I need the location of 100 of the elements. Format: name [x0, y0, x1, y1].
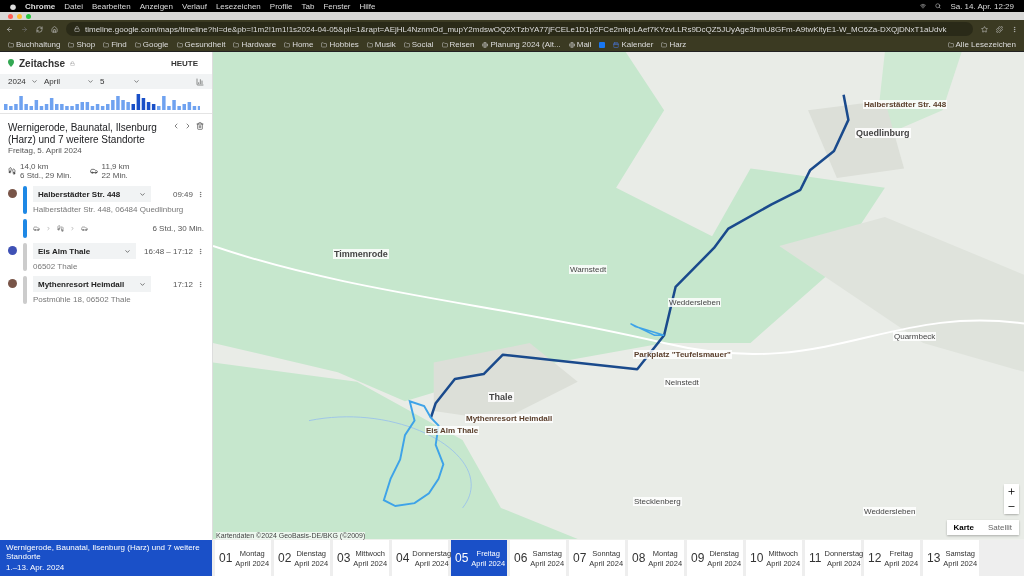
place-label[interactable]: Mythenresort Heimdall	[465, 414, 554, 423]
town-label: Weddersleben	[863, 507, 917, 516]
date-select[interactable]: 2024	[8, 77, 38, 86]
range-card[interactable]: Wernigerode, Baunatal, Ilsenburg (Harz) und 7 weitere Standorte 1.–13. Apr. 2024	[0, 540, 212, 576]
bookmark[interactable]: Musik	[366, 40, 396, 49]
chart-icon[interactable]	[196, 77, 204, 86]
distance: 14,0 km	[20, 162, 50, 171]
map-type-tab[interactable]: Satellit	[981, 520, 1019, 535]
menu-item[interactable]: Anzeigen	[139, 1, 173, 11]
next-icon[interactable]	[184, 122, 192, 130]
car-icon	[33, 225, 40, 232]
duration: 6 Std., 29 Min.	[20, 171, 72, 180]
bookmark[interactable]: Shop	[68, 40, 96, 49]
menu-item[interactable]: Fenster	[323, 1, 351, 11]
facebook-icon	[599, 41, 606, 48]
extensions-icon[interactable]	[996, 25, 1003, 33]
place-label[interactable]: Halberstädter Str. 448	[863, 100, 948, 109]
bookmark[interactable]: Hardware	[233, 40, 277, 49]
dropdown-caret-icon	[139, 280, 146, 288]
bookmark[interactable]: Find	[103, 40, 127, 49]
lock-icon	[74, 26, 80, 32]
town-label: Neinstedt	[664, 378, 700, 387]
star-icon[interactable]	[981, 25, 988, 33]
map-pin-icon	[8, 59, 14, 67]
town-label: Quedlinburg	[855, 128, 911, 138]
map-type-tab[interactable]: Karte	[946, 520, 981, 535]
folder-icon	[176, 41, 183, 48]
time: 16:48 – 17:12	[144, 246, 193, 256]
car-icon	[89, 167, 98, 175]
town-label: Timmenrode	[333, 249, 389, 259]
bookmark[interactable]: Reisen	[441, 40, 475, 49]
calendar-icon	[613, 41, 620, 48]
day-title: Wernigerode, Baunatal, Ilsenburg (Harz) und 7 weitere Standorte	[8, 122, 158, 146]
facebook-bookmark[interactable]	[599, 41, 606, 48]
town-label: Quarmbeck	[893, 332, 937, 341]
search-icon[interactable]	[935, 3, 942, 9]
walking-icon	[8, 167, 16, 175]
today-button[interactable]: HEUTE	[164, 57, 204, 69]
menu-item[interactable]: Datei	[64, 1, 83, 11]
bookmark[interactable]: Kalender	[613, 40, 654, 49]
lock-icon	[70, 60, 76, 66]
town-label: Weddersleben	[668, 298, 722, 307]
movement-duration: 6 Std., 30 Min.	[152, 224, 204, 233]
dropdown-caret-icon	[31, 78, 38, 85]
dropdown-caret-icon	[133, 78, 140, 85]
bookmark[interactable]: Home	[284, 40, 314, 49]
bookmark[interactable]: Planung 2024 (Alt...	[482, 40, 561, 49]
place-label[interactable]: Parkplatz "Teufelsmauer"	[633, 350, 732, 359]
folder-icon	[233, 41, 240, 48]
all-bookmarks[interactable]: Alle Lesezeichen	[947, 40, 1016, 49]
bookmark[interactable]: Google	[134, 40, 169, 49]
menu-item[interactable]: Bearbeiten	[91, 1, 131, 11]
home-icon[interactable]	[51, 25, 58, 33]
place-dropdown[interactable]: Eis Alm Thale	[33, 243, 137, 259]
zoom-in-button[interactable]	[1004, 484, 1019, 499]
folder-icon	[403, 41, 410, 48]
folder-icon	[68, 41, 75, 48]
reload-icon[interactable]	[36, 25, 43, 33]
chevron-icon	[46, 226, 51, 231]
day-date: Freitag, 5. April 2024	[8, 146, 83, 155]
close-light[interactable]	[8, 13, 13, 19]
folder-icon	[284, 41, 291, 48]
menu-item[interactable]: Lesezeichen	[215, 1, 261, 11]
trash-icon[interactable]	[196, 122, 204, 130]
back-icon[interactable]	[6, 25, 13, 33]
dropdown-caret-icon	[139, 190, 146, 198]
place-dropdown[interactable]: Halberstädter Str. 448	[33, 186, 151, 202]
folder-icon	[947, 41, 954, 48]
previous-icon[interactable]	[172, 122, 180, 130]
bookmark[interactable]: Mail	[568, 40, 592, 49]
town-label: Stecklenberg	[633, 497, 682, 506]
address-bar[interactable]: timeline.google.com/maps/timeline?hl=de&pb=!1m2!1m1!1s2024-04-05&pli=1&rapt=AEjHL4NznmOd_mupY2mdswOQ2XTzbYA77jFCELe1D1p2FCe2mkpLAef7KYzvLLRs9DcQZ5JUyAge3hmU8GFm-A9twKityE1-W_MC6Za-DXQjDNxT1aUdvk	[66, 22, 973, 36]
folder-icon	[366, 41, 373, 48]
bookmark[interactable]: Gesundheit	[176, 40, 226, 49]
dropdown-caret-icon	[124, 247, 132, 255]
date-select[interactable]: April	[44, 77, 94, 86]
folder-icon	[321, 41, 328, 48]
folder-icon	[661, 41, 668, 48]
sidebar-title: Zeitachse	[19, 57, 66, 69]
folder-icon	[134, 41, 141, 48]
date-select[interactable]: 5	[100, 77, 140, 86]
bookmark[interactable]: Hobbies	[321, 40, 359, 49]
duration: 22 Min.	[101, 171, 129, 180]
menu-item[interactable]: Tab	[301, 1, 315, 11]
bookmark[interactable]: Harz	[661, 40, 687, 49]
place-address: 06502 Thale	[33, 262, 79, 271]
place-dropdown[interactable]: Mythenresort Heimdall	[33, 276, 151, 292]
bookmark[interactable]: Buchhaltung	[8, 40, 61, 49]
menu-item[interactable]: Verlauf	[182, 1, 207, 11]
zoom-out-button[interactable]	[1004, 499, 1019, 514]
menu-item[interactable]: Hilfe	[359, 1, 376, 11]
bookmark[interactable]: Social	[403, 40, 434, 49]
wifi-icon[interactable]	[920, 3, 927, 9]
folder-icon	[8, 41, 14, 48]
place-label[interactable]: Eis Alm Thale	[425, 426, 480, 435]
menu-item[interactable]: Profile	[269, 1, 293, 11]
apple-icon[interactable]	[10, 2, 16, 10]
distance: 11,9 km	[101, 162, 130, 171]
menu-item[interactable]: Chrome	[25, 1, 56, 11]
place-address: Halberstädter Str. 448, 06484 Quedlinburg	[33, 205, 185, 214]
